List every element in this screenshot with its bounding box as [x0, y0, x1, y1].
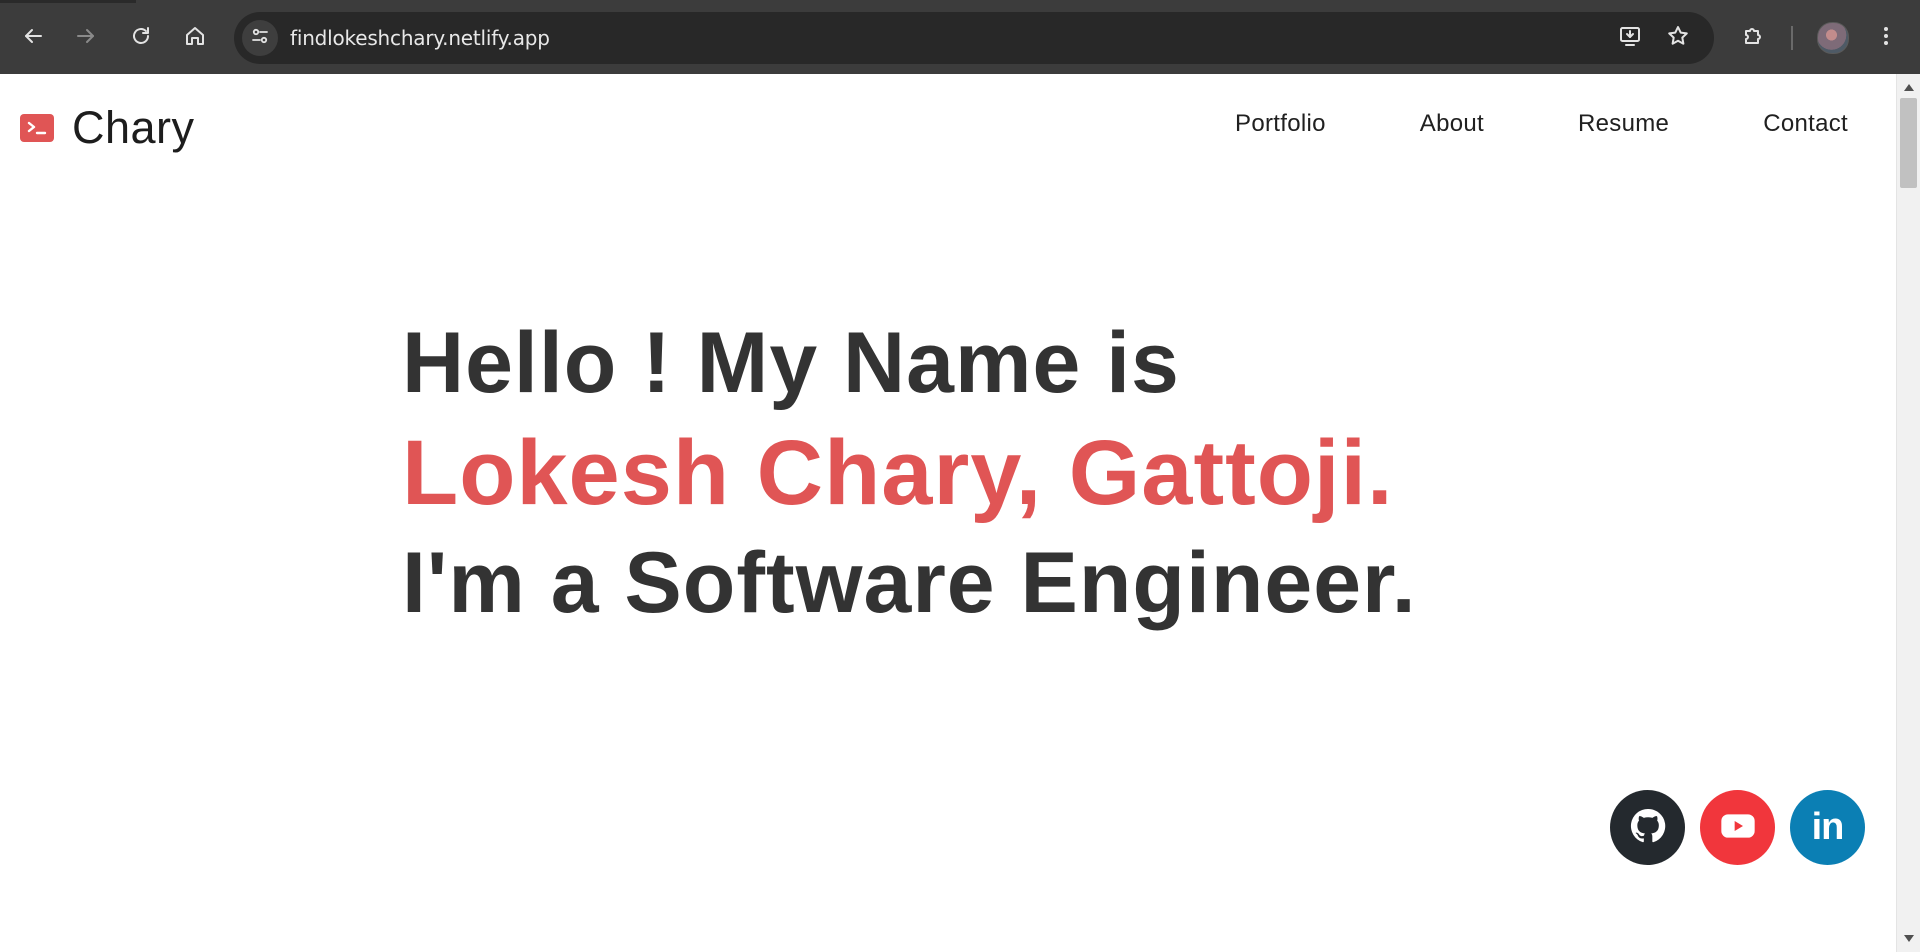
home-icon	[183, 24, 207, 52]
github-button[interactable]	[1610, 790, 1685, 865]
star-icon	[1666, 24, 1690, 52]
youtube-icon	[1718, 806, 1758, 850]
profile-avatar[interactable]	[1817, 22, 1849, 54]
hero-section: Hello ! My Name is Lokesh Chary, Gattoji…	[402, 308, 1417, 638]
bookmark-button[interactable]	[1660, 20, 1696, 56]
kebab-menu-icon	[1874, 24, 1898, 52]
scroll-down-arrow[interactable]	[1904, 935, 1914, 942]
browser-menu-button[interactable]	[1864, 16, 1908, 60]
terminal-icon	[20, 114, 54, 142]
main-nav: Portfolio About Resume Contact	[1141, 110, 1848, 138]
brand-name: Chary	[72, 102, 195, 153]
toolbar-divider	[1791, 26, 1793, 50]
reload-icon	[129, 24, 153, 52]
puzzle-icon	[1741, 24, 1765, 52]
tune-icon	[250, 26, 270, 50]
install-app-icon	[1618, 24, 1642, 52]
back-icon	[21, 24, 45, 52]
nav-link-about[interactable]: About	[1420, 110, 1484, 138]
active-tab-indicator	[0, 0, 136, 3]
page-scrollbar[interactable]	[1896, 74, 1920, 952]
hero-role: I'm a Software Engineer.	[402, 535, 1417, 631]
hero-name: Lokesh Chary, Gattoji.	[402, 422, 1394, 524]
extensions-button[interactable]	[1731, 16, 1775, 60]
back-button[interactable]	[11, 16, 55, 60]
forward-icon	[74, 24, 98, 52]
linkedin-icon: in	[1811, 806, 1845, 848]
address-bar[interactable]: findlokeshchary.netlify.app	[234, 12, 1714, 64]
linkedin-button[interactable]: in	[1790, 790, 1865, 865]
nav-link-resume[interactable]: Resume	[1578, 110, 1669, 138]
url-text[interactable]: findlokeshchary.netlify.app	[290, 12, 550, 64]
nav-link-contact[interactable]: Contact	[1763, 110, 1848, 138]
reload-button[interactable]	[119, 16, 163, 60]
site-brand[interactable]: Chary	[20, 102, 195, 154]
forward-button[interactable]	[64, 16, 108, 60]
browser-toolbar: findlokeshchary.netlify.app	[0, 0, 1920, 74]
youtube-button[interactable]	[1700, 790, 1775, 865]
scroll-up-arrow[interactable]	[1904, 84, 1914, 91]
hero-greeting: Hello ! My Name is	[402, 315, 1180, 411]
scroll-thumb[interactable]	[1900, 98, 1917, 188]
github-icon	[1628, 806, 1668, 850]
install-app-button[interactable]	[1612, 20, 1648, 56]
site-info-button[interactable]	[242, 20, 278, 56]
nav-link-portfolio[interactable]: Portfolio	[1235, 110, 1326, 138]
home-button[interactable]	[173, 16, 217, 60]
